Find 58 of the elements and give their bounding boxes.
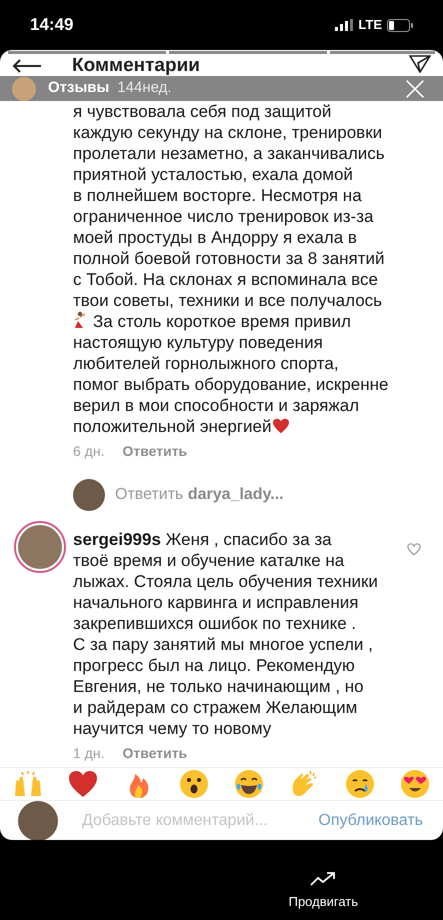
avatar [14,521,66,573]
comment-text: За столь короткое время привил [93,312,351,331]
comment-text: Евгения, не только начинающим , но [73,677,364,696]
comment-text: ограниченное число тренировок из-за [73,207,374,226]
send-icon[interactable] [409,55,431,73]
comment-text: и райдерам со стражем Желающим [73,698,358,717]
comment-age: 1 дн. [73,744,104,763]
header-title: Комментарии [72,55,200,77]
close-icon[interactable] [405,78,425,98]
heart-icon [272,418,290,434]
reply-button[interactable]: Ответить [122,742,188,764]
promote-button[interactable]: Продвигать [288,872,358,916]
network-label: LTE [358,16,382,34]
heart-icon[interactable] [67,768,100,800]
comment-text: верил в мои способности и заряжал [73,396,360,415]
story-author[interactable]: Отзывы [48,77,110,100]
comment-text: с Тобой. На склонах я вспоминала все [73,270,378,289]
reply-button[interactable]: Ответить [122,440,188,462]
comment-text: помог выбрать оборудование, искренне [73,375,388,394]
avatar [12,76,36,100]
signal-icon [335,19,354,31]
comment-text: любителей горнолыжного спорта, [73,354,339,373]
post-button[interactable]: Опубликовать [318,809,423,833]
comment-text: закрепившихся ошибок по технике . [73,614,356,633]
comment-text: пролетали незаметно, а заканчивались [73,144,385,163]
comment-text: каждую секунду на склоне, тренировки [73,123,382,142]
comment-text: Женя , спасибо за за [166,530,332,549]
comment-text: моей простуды в Андорру я ехала в [73,228,357,247]
story-age: 144нед. [117,78,172,98]
like-heart-icon[interactable] [407,543,421,556]
comment-text: в полнейшем восторге. Несмотря на [73,186,362,205]
crying-face-icon[interactable] [344,768,376,800]
status-time: 14:49 [30,14,74,36]
heart-eyes-face-icon[interactable] [398,768,431,800]
comment-input[interactable]: Добавьте комментарий... [82,809,318,833]
comment-text: научится чему то новому [73,719,272,738]
trend-icon [310,872,336,886]
comment-text: настоящую культуру поведения [73,333,323,352]
comment-text: лыжах. Стояла цель обучения техники [73,572,378,591]
comment-text: твоё время и обучение каталке на [73,551,344,570]
comment-text: приятной усталостью, ехала домой [73,165,353,184]
comment-text: я чувствовала себя под защитой [73,102,332,121]
dancer-icon [73,311,87,329]
back-arrow-icon[interactable] [12,59,42,73]
comment-username[interactable]: sergei999s [73,530,161,549]
comment-age: 6 дн. [73,442,104,461]
comment-text: твои советы, техники и все получалось [73,291,382,310]
comment-text: прогресс был на лицо. Рекомендую [73,656,355,675]
surprised-face-icon[interactable] [178,768,210,800]
avatar [73,479,105,511]
comment-text: полной боевой готовности за 8 занятий [73,249,385,268]
battery-icon [387,18,413,32]
comment-text: начального карвинга и исправления [73,593,358,612]
comment-text: положительной энергией [73,417,272,436]
laughing-face-icon[interactable] [233,768,266,800]
comment-text: С за пару занятий мы многое успели , [73,635,373,654]
reply-to-link[interactable]: Ответить darya_lady... [115,483,284,507]
avatar [18,801,58,840]
